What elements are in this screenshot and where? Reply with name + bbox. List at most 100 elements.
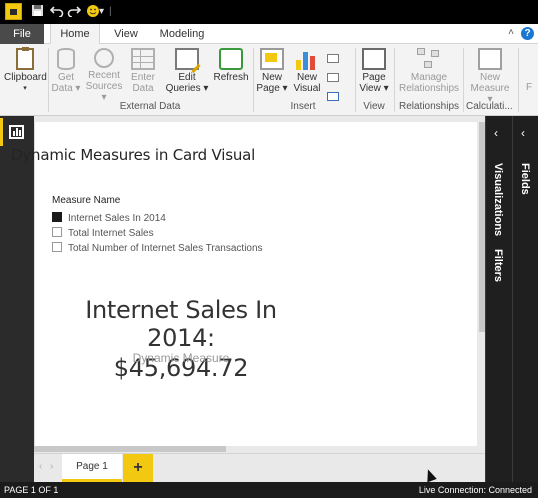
refresh-button[interactable]: Refresh <box>213 48 249 83</box>
clipboard-button[interactable]: Clipboard ▾ <box>4 47 47 94</box>
report-page[interactable] <box>34 122 477 446</box>
expand-visualizations-icon[interactable]: ‹ <box>494 126 498 140</box>
title-bar: ▾ | <box>0 0 538 24</box>
group-label-external-data: External Data <box>119 101 181 112</box>
ribbon: Clipboard ▾ Get Data ▾ Recent Sources ▾ … <box>0 44 538 116</box>
recent-sources-label-1: Recent <box>88 70 120 81</box>
group-label-relationships: Relationships <box>398 101 460 112</box>
tab-home[interactable]: Home <box>50 24 100 44</box>
card-measure-name: Internet Sales In 2014: <box>85 296 277 352</box>
slicer-item-label: Internet Sales In 2014 <box>68 213 166 224</box>
report-view-icon[interactable] <box>9 125 24 139</box>
recent-sources-icon <box>94 48 114 68</box>
group-label-view: View <box>363 101 385 112</box>
get-data-label-2: Data ▾ <box>51 83 81 94</box>
group-separator <box>48 48 49 112</box>
expand-fields-icon[interactable]: ‹ <box>521 126 525 140</box>
relationships-icon <box>417 48 441 70</box>
tab-file[interactable]: File <box>0 24 44 44</box>
enter-data-button[interactable]: Enter Data <box>127 48 159 94</box>
help-icon[interactable]: ? <box>521 27 534 40</box>
page-view-icon <box>362 48 386 70</box>
undo-icon[interactable] <box>49 4 64 21</box>
page-view-button[interactable]: Page View ▾ <box>358 48 390 94</box>
visualizations-pane-collapsed[interactable]: ‹ Visualizations Filters <box>485 116 512 482</box>
visualizations-pane-label[interactable]: Visualizations <box>492 163 504 236</box>
new-visual-label-1: New <box>296 72 317 83</box>
tab-modeling[interactable]: Modeling <box>152 24 212 44</box>
page-count-status: PAGE 1 OF 1 <box>4 485 59 495</box>
left-nav-rail <box>0 116 34 482</box>
enter-data-label-2: Data <box>132 83 154 94</box>
page-tab[interactable]: Page 1 <box>62 454 122 482</box>
fields-pane-label[interactable]: Fields <box>519 163 531 195</box>
clipboard-icon <box>16 47 34 70</box>
text-box-icon[interactable] <box>327 54 339 63</box>
slicer-item-label: Total Number of Internet Sales Transacti… <box>68 243 263 254</box>
manage-relationships-button[interactable]: Manage Relationships <box>398 48 460 94</box>
status-bar: PAGE 1 OF 1 Live Connection: Connected <box>0 482 538 498</box>
visual-title: Dynamic Measures in Card Visual <box>11 146 256 164</box>
new-page-button[interactable]: New Page ▾ <box>256 48 288 94</box>
card-category-label: Dynamic Measure <box>132 351 230 365</box>
new-measure-button[interactable]: New Measure ▾ <box>468 48 512 105</box>
recent-sources-label-2: Sources ▾ <box>85 81 123 103</box>
edit-queries-button[interactable]: Edit Queries ▾ <box>165 48 209 94</box>
slicer-title: Measure Name <box>52 195 121 206</box>
new-column-button-partial[interactable]: F <box>523 82 535 93</box>
clipboard-label: Clipboard <box>4 72 47 83</box>
new-page-label-2: Page ▾ <box>256 83 288 94</box>
new-measure-label-1: New <box>479 72 500 83</box>
refresh-label: Refresh <box>213 72 249 83</box>
new-page-label-1: New <box>261 72 282 83</box>
save-icon[interactable] <box>31 4 44 21</box>
database-icon <box>57 48 75 70</box>
group-label-calculations: Calculati... <box>466 101 513 112</box>
fields-pane-collapsed[interactable]: ‹ Fields <box>512 116 538 482</box>
active-view-indicator <box>0 118 3 146</box>
redo-icon[interactable] <box>67 4 82 21</box>
card-visual[interactable]: Internet Sales In 2014: $45,694.72 <box>50 296 312 382</box>
connection-status: Live Connection: Connected <box>418 485 532 495</box>
group-label-insert: Insert <box>290 101 316 112</box>
checkbox-icon[interactable] <box>52 227 62 237</box>
enter-data-label-1: Enter <box>131 72 155 83</box>
horizontal-scrollbar[interactable] <box>34 446 226 452</box>
checkbox-icon[interactable] <box>52 242 62 252</box>
shapes-icon[interactable] <box>327 92 339 101</box>
group-separator <box>518 48 519 112</box>
page-view-label-1: Page <box>362 72 386 83</box>
insert-small-icons <box>327 50 349 106</box>
smiley-icon[interactable] <box>86 4 100 22</box>
manage-relationships-label-2: Relationships <box>398 83 460 94</box>
quick-access-separator: | <box>109 6 112 17</box>
image-icon[interactable] <box>327 73 339 82</box>
next-page-icon[interactable]: › <box>50 461 53 472</box>
get-data-button[interactable]: Get Data ▾ <box>51 48 81 94</box>
new-page-icon <box>260 48 284 70</box>
refresh-icon <box>219 48 243 70</box>
edit-queries-label-1: Edit <box>178 72 196 83</box>
edit-queries-label-2: Queries ▾ <box>165 83 209 94</box>
checkbox-checked-icon[interactable] <box>52 212 62 222</box>
table-icon <box>131 48 155 70</box>
tab-view[interactable]: View <box>106 24 146 44</box>
powerbi-app-icon <box>5 3 22 20</box>
group-separator <box>394 48 395 112</box>
slicer-item[interactable]: Internet Sales In 2014 <box>52 212 166 225</box>
slicer-item[interactable]: Total Internet Sales <box>52 227 154 240</box>
ribbon-tabs: File Home View Modeling ˄ ? <box>0 24 538 44</box>
get-data-label-1: Get <box>57 72 75 83</box>
new-visual-button[interactable]: New Visual <box>291 48 323 94</box>
collapse-ribbon-icon[interactable]: ˄ <box>508 27 514 38</box>
prev-page-icon[interactable]: ‹ <box>39 461 42 472</box>
group-separator <box>463 48 464 112</box>
recent-sources-button[interactable]: Recent Sources ▾ <box>84 48 124 103</box>
filters-pane-label[interactable]: Filters <box>492 249 504 282</box>
calculator-icon <box>478 48 502 70</box>
smiley-dropdown-icon[interactable]: ▾ <box>99 4 104 20</box>
page-tabs-bar: ‹ › Page 1 + <box>34 453 485 482</box>
slicer-item[interactable]: Total Number of Internet Sales Transacti… <box>52 242 263 255</box>
add-page-button[interactable]: + <box>123 454 153 482</box>
page-view-label-2: View ▾ <box>359 83 389 94</box>
